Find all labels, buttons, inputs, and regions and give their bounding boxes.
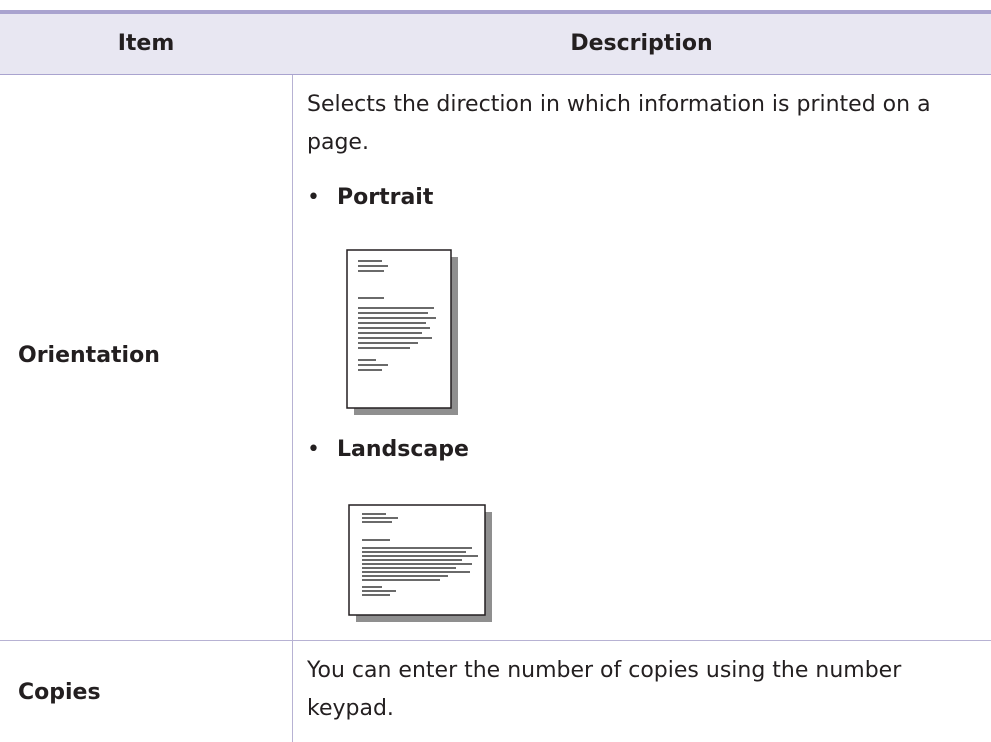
landscape-page-icon	[348, 504, 494, 624]
bullet-dot: •	[307, 185, 320, 210]
column-header-description: Description	[570, 31, 713, 56]
row-label-copies: Copies	[18, 680, 101, 705]
option-landscape-label: Landscape	[337, 437, 469, 462]
portrait-page-icon	[346, 249, 462, 419]
copies-description: You can enter the number of copies using…	[307, 658, 902, 721]
orientation-description: Selects the direction in which informati…	[307, 92, 931, 155]
option-landscape: • Landscape	[307, 437, 469, 462]
bullet-dot: •	[307, 437, 320, 462]
row-divider	[0, 640, 991, 641]
table-header: Item Description	[0, 14, 991, 74]
option-portrait-label: Portrait	[337, 185, 434, 210]
column-divider	[292, 75, 293, 742]
header-divider	[0, 74, 991, 75]
option-portrait: • Portrait	[307, 185, 433, 210]
column-header-item: Item	[117, 31, 175, 56]
row-label-orientation: Orientation	[18, 343, 160, 368]
